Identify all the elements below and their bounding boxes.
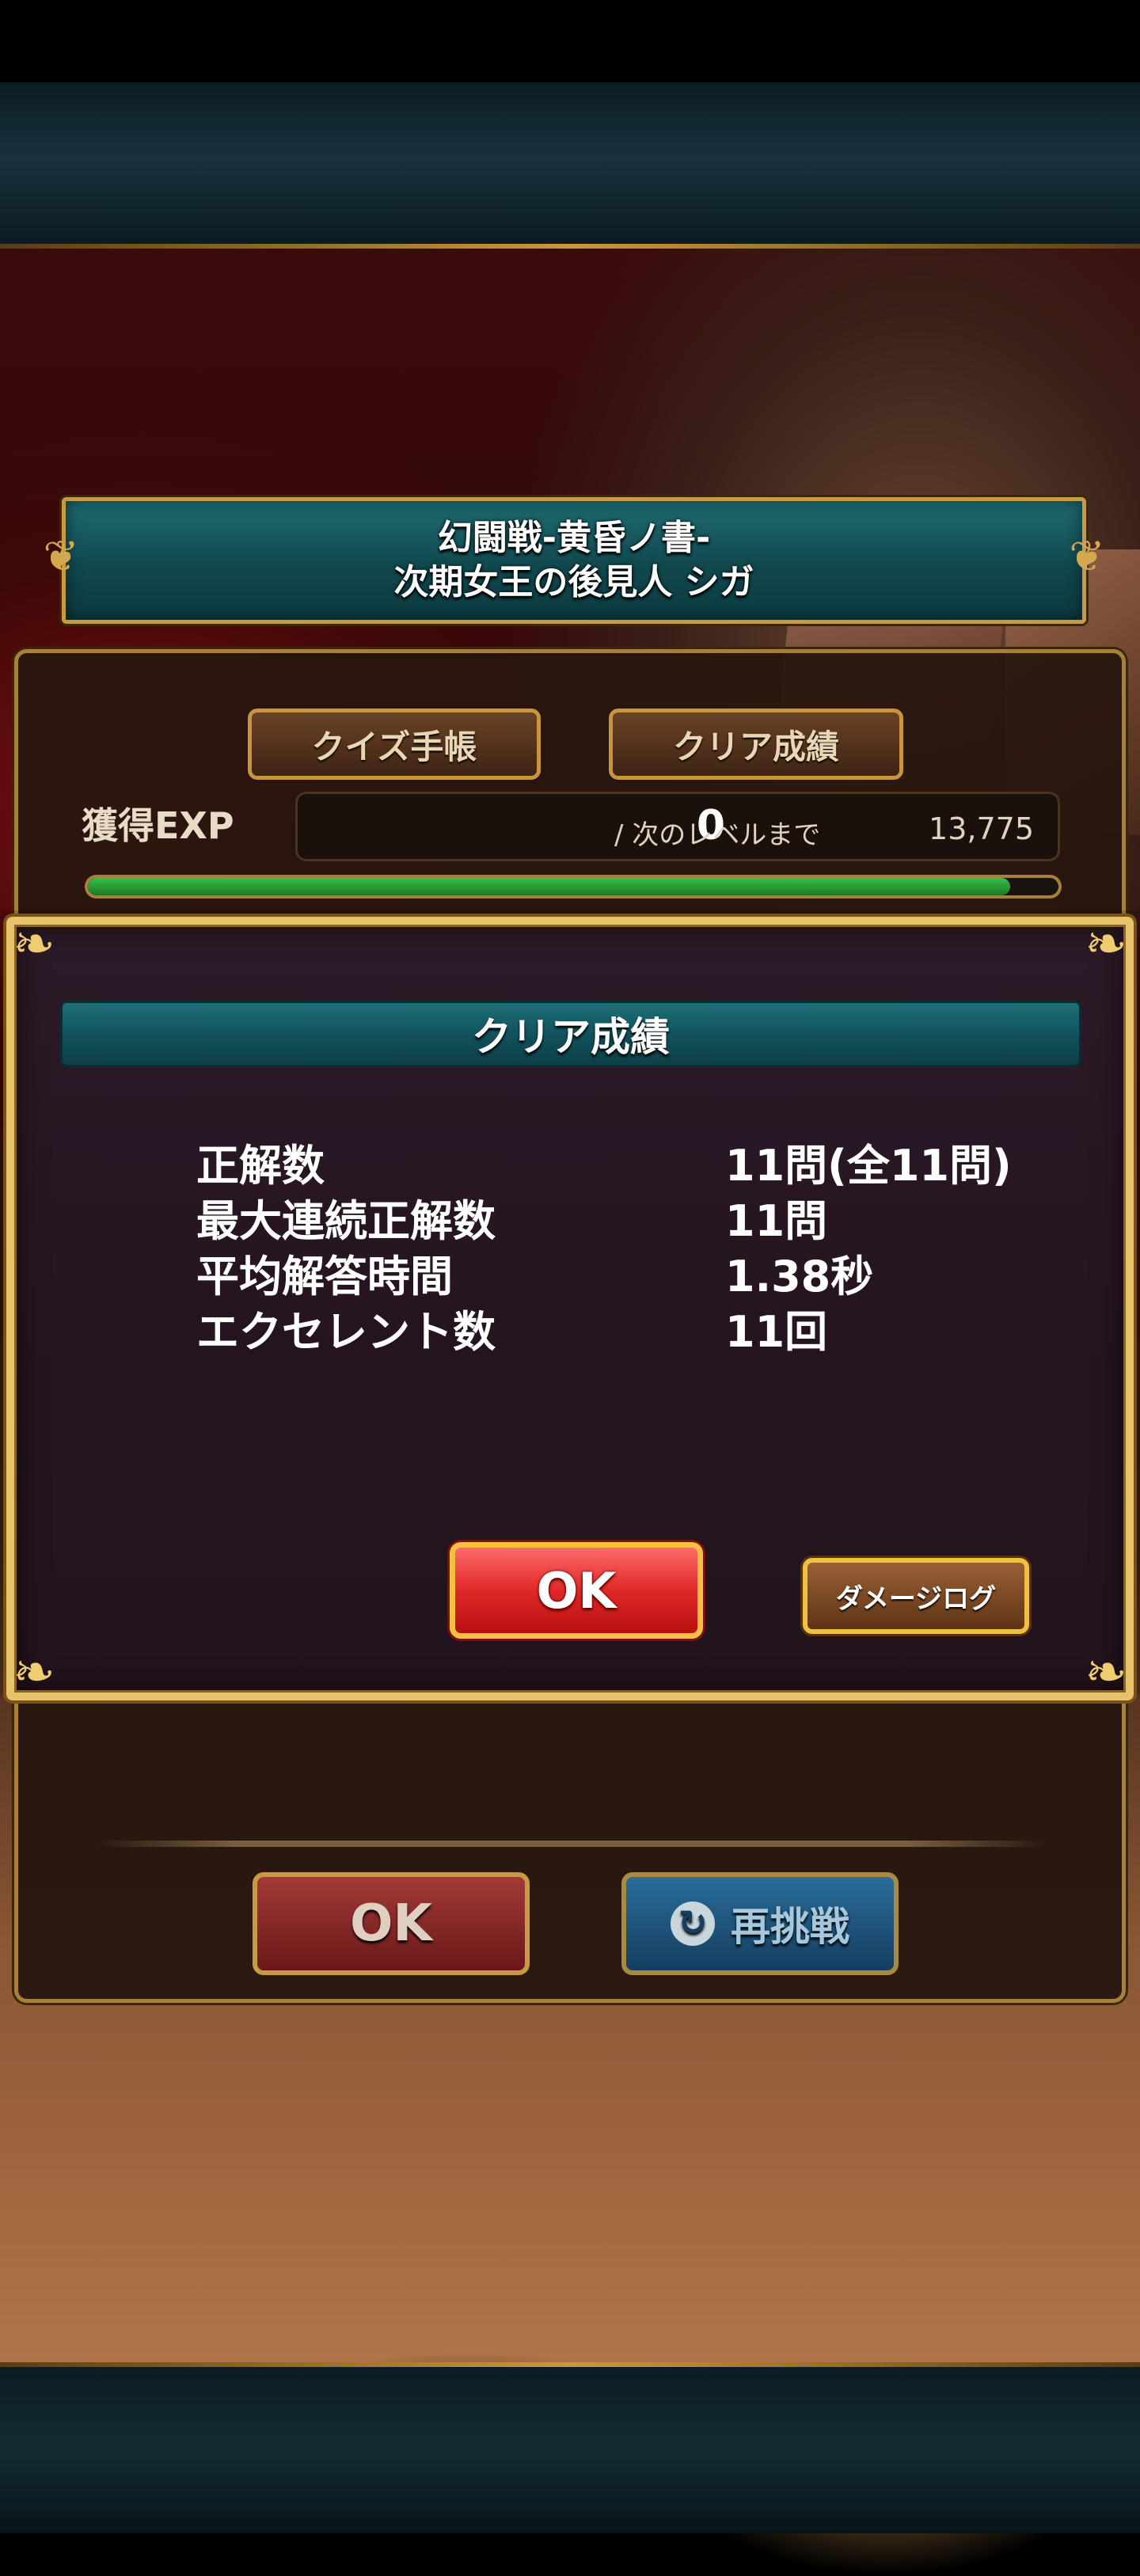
stat-label: エクセレント数	[196, 1307, 496, 1357]
retry-icon: ↻	[671, 1902, 715, 1946]
stat-value: 11問	[725, 1196, 828, 1246]
exp-progress-fill	[88, 878, 1010, 895]
ornament-left-icon: ❦	[43, 531, 79, 581]
corner-ornament-icon: ❧	[13, 915, 55, 974]
corner-ornament-icon: ❧	[1085, 915, 1127, 974]
exp-display: 0 / 次のレベルまで 13,775	[295, 792, 1060, 861]
clear-record-modal: ❧ ❧ ❧ ❧ クリア成績 正解数 11問(全11問) 最大連続正解数 11問 …	[6, 917, 1134, 1700]
modal-ok-button[interactable]: OK	[450, 1542, 703, 1639]
retry-button[interactable]: ↻ 再挑戦	[621, 1872, 899, 1975]
stat-label: 正解数	[196, 1141, 325, 1191]
panel-ok-button[interactable]: OK	[253, 1872, 530, 1975]
status-bar	[0, 0, 1140, 82]
stat-value: 1.38秒	[725, 1252, 874, 1301]
clear-record-button[interactable]: クリア成績	[609, 709, 903, 780]
stat-label: 平均解答時間	[196, 1252, 453, 1301]
stat-row-excellent: エクセレント数 11回	[196, 1305, 1067, 1360]
stat-row-avg-time: 平均解答時間 1.38秒	[196, 1249, 1067, 1305]
stat-value: 11回	[725, 1307, 828, 1357]
quest-title-banner: ❦ 幻闘戦-黄昏ノ書- 次期女王の後見人 シガ ❦	[43, 497, 1105, 624]
corner-ornament-icon: ❧	[13, 1643, 55, 1702]
stats-list: 正解数 11問(全11問) 最大連続正解数 11問 平均解答時間 1.38秒 エ…	[196, 1138, 1067, 1360]
damage-log-button[interactable]: ダメージログ	[803, 1558, 1029, 1634]
exp-progress-bar	[85, 875, 1062, 899]
next-level-value: 13,775	[929, 811, 1034, 846]
quiz-book-button[interactable]: クイズ手帳	[248, 709, 541, 780]
stat-value: 11問(全11問)	[725, 1141, 1012, 1191]
modal-title: クリア成績	[60, 1001, 1081, 1067]
quest-title-line2: 次期女王の後見人 シガ	[393, 562, 754, 602]
corner-ornament-icon: ❧	[1085, 1643, 1127, 1702]
exp-label: 獲得EXP	[82, 804, 234, 847]
stat-label: 最大連続正解数	[196, 1196, 496, 1246]
stat-row-correct: 正解数 11問(全11問)	[196, 1138, 1067, 1194]
bottom-frame-band	[0, 2362, 1140, 2533]
retry-label: 再挑戦	[731, 1904, 849, 1950]
panel-divider	[97, 1841, 1047, 1847]
next-level-label: / 次のレベルまで	[614, 819, 821, 851]
top-frame-band	[0, 82, 1140, 249]
stat-row-max-streak: 最大連続正解数 11問	[196, 1194, 1067, 1249]
ornament-right-icon: ❦	[1069, 531, 1105, 581]
quest-title-line1: 幻闘戦-黄昏ノ書-	[437, 518, 711, 558]
